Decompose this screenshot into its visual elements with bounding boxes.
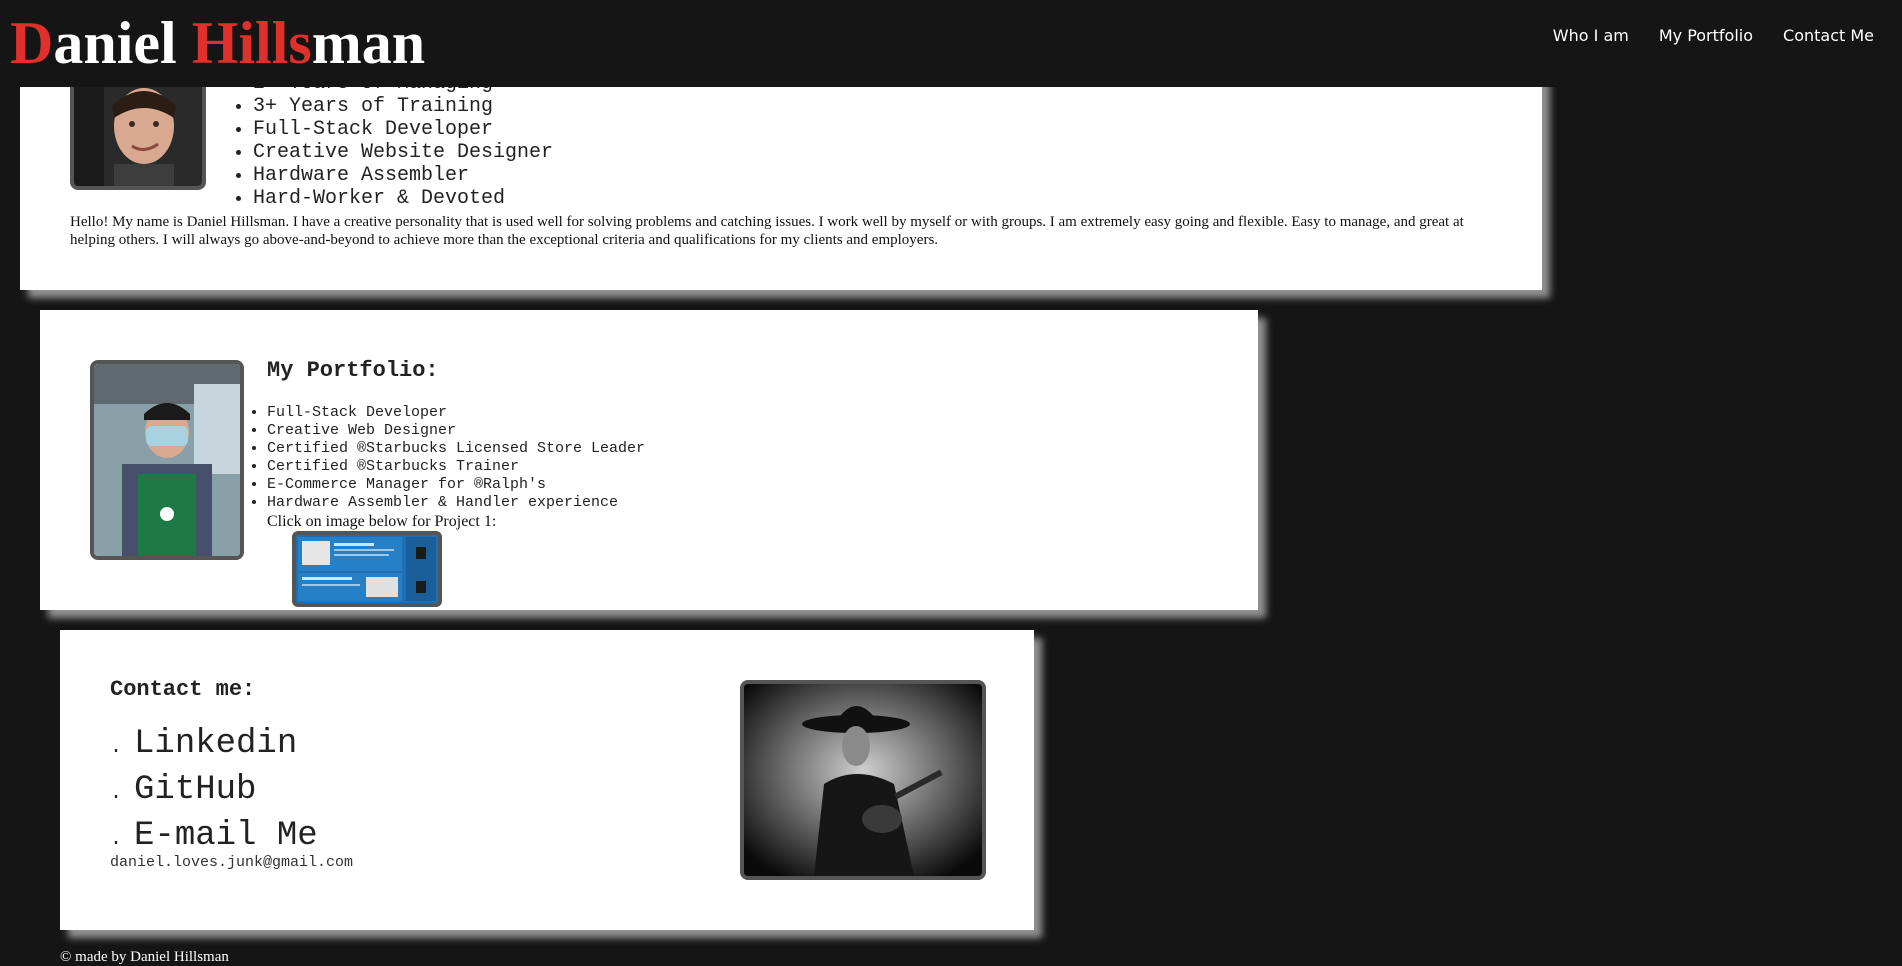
project-thumbnail-image <box>296 535 438 603</box>
project-instruction: Click on image below for Project 1: <box>267 513 497 530</box>
list-item: Hardware Assembler & Handler experience <box>267 494 645 512</box>
logo-last-name-rest: man <box>311 10 426 76</box>
footer-credit: © made by Daniel Hillsman <box>60 949 229 965</box>
contact-photo <box>740 680 986 880</box>
who-i-am-section: 2+ Years of Managing 3+ Years of Trainin… <box>20 60 1542 290</box>
list-item: Linkedin <box>110 723 318 769</box>
email-address: daniel.loves.junk@gmail.com <box>110 854 354 871</box>
profile-photo <box>70 72 206 190</box>
list-item: Hard-Worker & Devoted <box>253 187 553 210</box>
linkedin-link[interactable]: Linkedin <box>134 725 297 763</box>
nav-contact-me[interactable]: Contact Me <box>1783 25 1874 47</box>
portfolio-list: Full-Stack Developer Creative Web Design… <box>267 404 645 512</box>
profile-photo-image <box>74 76 202 186</box>
contact-section: Contact me: Linkedin GitHub E-mail Me da… <box>60 630 1034 930</box>
list-item: 3+ Years of Training <box>253 95 553 118</box>
github-link[interactable]: GitHub <box>134 771 256 809</box>
logo-first-name: aniel <box>53 10 192 76</box>
list-item: Certified ®Starbucks Licensed Store Lead… <box>267 440 645 458</box>
logo-initial: D <box>10 10 54 76</box>
nav-my-portfolio[interactable]: My Portfolio <box>1659 25 1753 47</box>
logo-last-name-red: Hills <box>191 10 312 76</box>
list-item: Creative Web Designer <box>267 422 645 440</box>
list-item: Full-Stack Developer <box>253 118 553 141</box>
portfolio-photo <box>90 360 244 560</box>
who-highlights-list: 2+ Years of Managing 3+ Years of Trainin… <box>233 72 553 210</box>
main-nav: Who I am My Portfolio Contact Me <box>1553 25 1874 47</box>
list-item: Hardware Assembler <box>253 164 553 187</box>
email-link[interactable]: E-mail Me <box>134 817 318 855</box>
contact-title: Contact me: <box>110 677 256 702</box>
list-item: Certified ®Starbucks Trainer <box>267 458 645 476</box>
portfolio-title: My Portfolio: <box>267 358 439 383</box>
portfolio-section: My Portfolio: Full-Stack Developer Creat… <box>40 310 1258 610</box>
list-item: Creative Website Designer <box>253 141 553 164</box>
list-item: GitHub <box>110 769 318 815</box>
site-header: Daniel Hillsman Who I am My Portfolio Co… <box>0 0 1902 87</box>
list-item: Full-Stack Developer <box>267 404 645 422</box>
nav-who-i-am[interactable]: Who I am <box>1553 25 1629 47</box>
bio-paragraph: Hello! My name is Daniel Hillsman. I hav… <box>70 214 1464 248</box>
portfolio-photo-image <box>94 364 240 556</box>
site-logo[interactable]: Daniel Hillsman <box>10 10 425 76</box>
project-1-thumbnail[interactable] <box>292 531 442 607</box>
list-item: E-Commerce Manager for ®Ralph's <box>267 476 645 494</box>
contact-photo-image <box>744 684 982 876</box>
contact-links: Linkedin GitHub E-mail Me <box>110 723 318 861</box>
